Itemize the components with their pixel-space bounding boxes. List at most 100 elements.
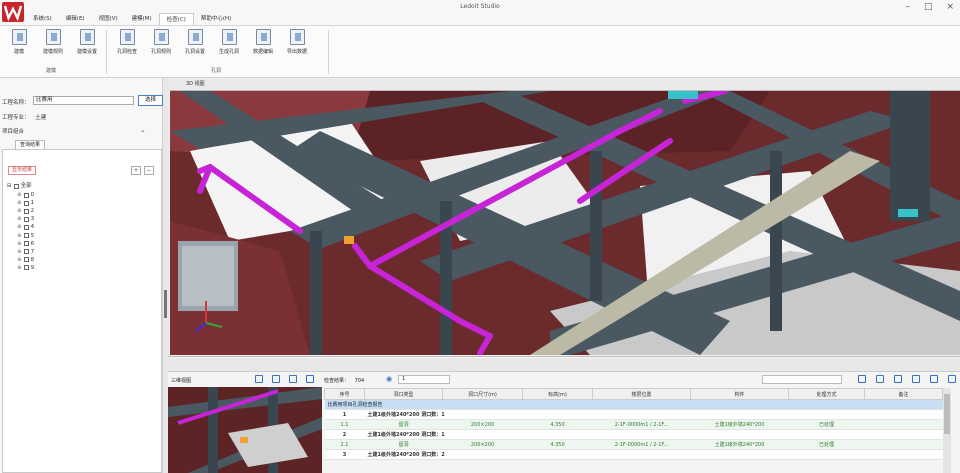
close-button[interactable]: × xyxy=(946,2,954,12)
checkbox[interactable] xyxy=(23,200,29,206)
tab-3d-view[interactable]: 3D 视图 xyxy=(186,80,205,87)
table-scrollbar[interactable] xyxy=(943,388,951,473)
splitter-grip[interactable] xyxy=(164,290,167,318)
3d-viewport[interactable] xyxy=(170,91,960,355)
show-results-button[interactable]: 显示结果 xyxy=(8,166,37,175)
maximize-button[interactable]: □ xyxy=(924,2,933,12)
export-icon[interactable] xyxy=(876,375,884,383)
collapse-tree-icon[interactable]: ⊟ xyxy=(7,182,12,190)
filter-select[interactable] xyxy=(762,375,842,384)
check-result-label-text: 检查结果： xyxy=(324,378,350,384)
category-label[interactable]: 项目组合 xyxy=(2,127,24,135)
tab-query-results[interactable]: 查询结果 xyxy=(15,140,45,149)
collapse-button[interactable]: − xyxy=(144,166,154,175)
ribbon-button-1-4[interactable]: 数据编辑 xyxy=(248,29,278,55)
tree-item[interactable]: ⊕ 0 xyxy=(17,191,34,199)
tree-item[interactable]: ⊕ 4 xyxy=(17,223,34,231)
expand-tree-icon[interactable]: ⊕ xyxy=(17,207,22,215)
row-title: 土建1级外墙240*200 洞口数：1 xyxy=(364,409,943,420)
table-row[interactable]: 1 土建1级外墙240*200 洞口数：1 xyxy=(324,409,943,420)
expand-panel-icon[interactable] xyxy=(948,375,956,383)
ribbon-button-0-0[interactable]: 建模 xyxy=(4,29,34,55)
menu-item-2[interactable]: 视图(V) xyxy=(92,13,125,25)
save-icon[interactable] xyxy=(930,375,938,383)
expand-tree-icon[interactable]: ⊕ xyxy=(17,248,22,256)
checkbox[interactable] xyxy=(23,265,29,271)
ribbon-button-1-0[interactable]: 孔洞检查 xyxy=(112,29,142,55)
tree-item[interactable]: ⊕ 9 xyxy=(17,264,34,272)
checkbox[interactable] xyxy=(23,216,29,222)
tree-root[interactable]: ⊟ 全部 xyxy=(7,182,32,190)
camera-icon[interactable] xyxy=(289,375,297,383)
checkbox[interactable] xyxy=(23,192,29,198)
column-header[interactable]: 构件 xyxy=(690,388,789,400)
fit-icon[interactable] xyxy=(272,375,280,383)
tree-item[interactable]: ⊕ 8 xyxy=(17,256,34,264)
tree-item[interactable]: ⊕ 3 xyxy=(17,215,34,223)
menu-item-3[interactable]: 建模(M) xyxy=(125,13,159,25)
pin-icon[interactable] xyxy=(255,375,263,383)
expand-tree-icon[interactable]: ⊕ xyxy=(17,232,22,240)
table-row[interactable]: 1.1 留洞 200×200 4.350 2-1F-0000m1 / 2-1F... 土建… xyxy=(324,419,943,430)
refresh-icon[interactable] xyxy=(306,375,314,383)
checkbox[interactable] xyxy=(23,208,29,214)
expand-button[interactable]: + xyxy=(131,166,141,175)
ribbon-button-0-2[interactable]: 建模设置 xyxy=(72,29,102,55)
menu-item-5[interactable]: 帮助中心(H) xyxy=(194,13,238,25)
ribbon-button-0-1[interactable]: 建模规则 xyxy=(38,29,68,55)
column-header[interactable]: 序号 xyxy=(324,388,365,400)
expand-tree-icon[interactable]: ⊕ xyxy=(17,191,22,199)
checkbox[interactable] xyxy=(13,183,19,189)
table-cell: 1.1 xyxy=(324,419,365,430)
tree-item[interactable]: ⊕ 2 xyxy=(17,207,34,215)
checkbox[interactable] xyxy=(23,257,29,263)
column-header[interactable]: 处理方式 xyxy=(788,388,865,400)
ribbon-button-label: 数据编辑 xyxy=(252,49,273,55)
column-header[interactable]: 备注 xyxy=(864,388,943,400)
eye-icon[interactable]: ◉ xyxy=(386,375,392,383)
ribbon-button-1-1[interactable]: 孔洞规则 xyxy=(146,29,176,55)
column-header[interactable]: 标高(m) xyxy=(522,388,593,400)
table-row[interactable]: 2.1 留洞 200×200 4.350 2-1F-0000m1 / 2-1F... 土建… xyxy=(324,439,943,450)
tree-item[interactable]: ⊕ 7 xyxy=(17,248,34,256)
table-cell: 留洞 xyxy=(364,419,443,430)
column-header[interactable]: 楼层位置 xyxy=(592,388,691,400)
ribbon-button-1-5[interactable]: 导出数据 xyxy=(282,29,312,55)
menu-item-4[interactable]: 检查(C) xyxy=(158,13,194,25)
expand-tree-icon[interactable]: ⊕ xyxy=(17,264,22,272)
expand-tree-icon[interactable]: ⊕ xyxy=(17,240,22,248)
ribbon-button-1-3[interactable]: 生成孔洞 xyxy=(214,29,244,55)
ribbon-button-1-2[interactable]: 孔洞设置 xyxy=(180,29,210,55)
expand-tree-icon[interactable]: ⊕ xyxy=(17,256,22,264)
checkbox[interactable] xyxy=(23,224,29,230)
project-select[interactable]: 比赛用 xyxy=(33,96,134,105)
table-cell: 4.350 xyxy=(522,439,593,450)
column-header[interactable]: 洞口尺寸(m) xyxy=(442,388,523,400)
select-project-button[interactable]: 选择 xyxy=(138,95,163,106)
mini-3d-view[interactable] xyxy=(168,387,322,473)
menu-item-0[interactable]: 系统(S) xyxy=(26,13,59,25)
chevron-down-icon[interactable]: ⌄ xyxy=(140,126,146,134)
columns-icon[interactable] xyxy=(912,375,920,383)
checkbox[interactable] xyxy=(23,241,29,247)
table-row[interactable]: 比赛用项目孔洞检查报告 xyxy=(324,399,943,410)
tree-item-label: 6 xyxy=(30,240,35,247)
tree-item-label: 1 xyxy=(30,200,35,207)
minimize-button[interactable]: – xyxy=(905,2,910,12)
locate-icon[interactable] xyxy=(858,375,866,383)
menu-item-1[interactable]: 编辑(E) xyxy=(59,13,92,25)
checkbox[interactable] xyxy=(23,249,29,255)
column-header[interactable]: 洞口类型 xyxy=(364,388,443,400)
expand-tree-icon[interactable]: ⊕ xyxy=(17,215,22,223)
expand-tree-icon[interactable]: ⊕ xyxy=(17,199,22,207)
filter-icon[interactable] xyxy=(894,375,902,383)
tree-item-label: 3 xyxy=(30,216,35,223)
table-row[interactable]: 2 土建1级外墙240*200 洞口数：1 xyxy=(324,429,943,440)
tree-item[interactable]: ⊕ 5 xyxy=(17,232,34,240)
expand-tree-icon[interactable]: ⊕ xyxy=(17,223,22,231)
checkbox[interactable] xyxy=(23,233,29,238)
table-row[interactable]: 3 土建1级外墙240*200 洞口数：2 xyxy=(324,449,943,460)
tree-item[interactable]: ⊕ 1 xyxy=(17,199,34,207)
page-select[interactable]: 1 xyxy=(398,375,450,384)
tree-item[interactable]: ⊕ 6 xyxy=(17,240,34,248)
